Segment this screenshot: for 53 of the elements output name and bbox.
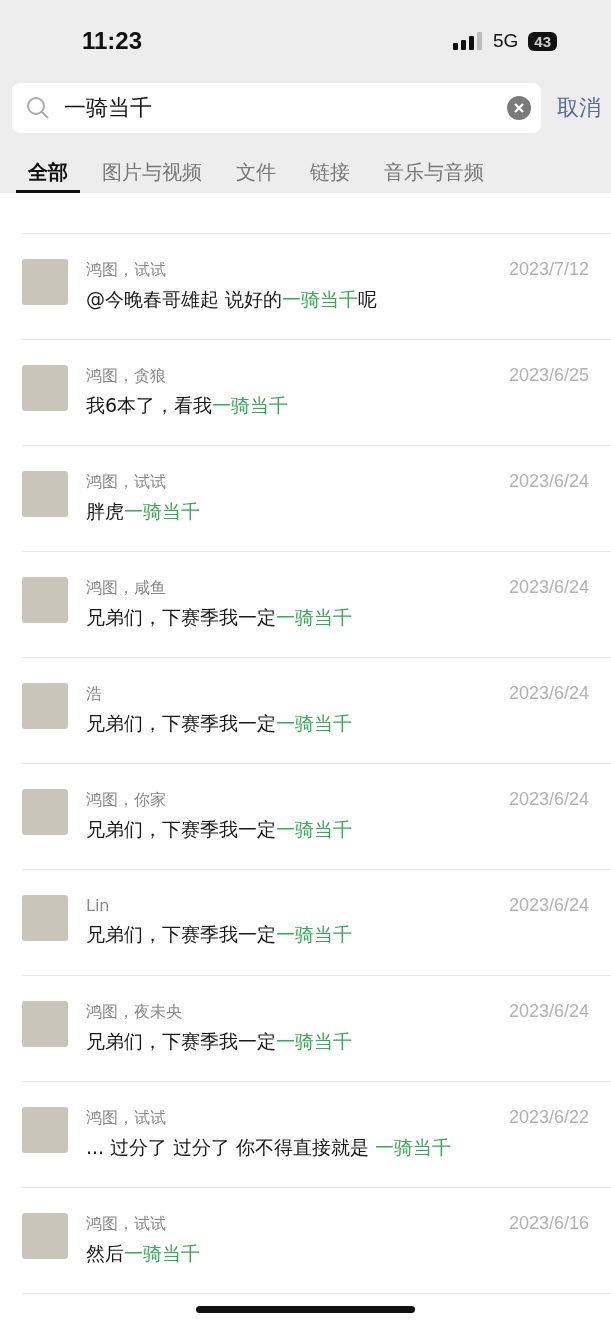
avatar-placeholder [22,365,68,411]
avatar-placeholder [22,895,68,941]
message-preview[interactable]: 然后一骑当千 [86,1241,589,1267]
message-date: 2023/6/24 [508,577,589,598]
filter-tab[interactable]: 链接 [298,159,362,193]
message-date: 2023/6/25 [508,365,589,386]
avatar-placeholder [22,1107,68,1153]
battery-indicator: 43 [528,31,557,51]
sender-name: 浩 [86,684,102,705]
avatar-placeholder [22,259,68,305]
message-preview[interactable]: 我6本了，看我一骑当千 [86,393,589,419]
status-time: 11:23 [82,27,143,55]
avatar-placeholder [22,471,68,517]
sender-name: 鸿图，试试 [86,260,166,281]
search-icon [26,96,50,120]
clear-icon[interactable] [507,96,531,120]
search-field[interactable]: 一骑当千 [12,83,541,133]
message-preview[interactable]: @今晚春哥雄起 说好的一骑当千呢 [86,287,589,313]
message-date: 2023/6/24 [508,789,589,810]
message-date: 2023/7/12 [508,259,589,280]
avatar-placeholder [22,1213,68,1259]
message-date: 2023/6/24 [508,1001,589,1022]
filter-tab[interactable]: 音乐与音频 [372,159,496,193]
cancel-button[interactable]: 取消 [557,93,601,123]
avatar-placeholder [22,1001,68,1047]
sender-name: 鸿图，试试 [86,472,166,493]
message-preview[interactable]: 胖虎一骑当千 [86,499,589,525]
sender-name: 鸿图，试试 [86,1108,166,1129]
message-date: 2023/6/24 [508,895,589,916]
sender-name: 鸿图，贪狼 [86,366,166,387]
sender-name: 鸿图，试试 [86,1214,166,1235]
message-date: 2023/6/16 [508,1213,589,1234]
message-date: 2023/6/22 [508,1107,589,1128]
filter-tab[interactable]: 全部 [16,159,80,193]
signal-icon [452,32,483,50]
message-preview[interactable]: 兄弟们，下赛季我一定一骑当千 [86,817,589,843]
sender-name: 鸿图，咸鱼 [86,578,166,599]
message-preview[interactable]: 兄弟们，下赛季我一定一骑当千 [86,1029,589,1055]
message-date: 2023/6/24 [508,683,589,704]
filter-tab[interactable]: 文件 [224,159,288,193]
avatar-placeholder [22,789,68,835]
sender-name: 鸿图，夜未央 [86,1002,182,1023]
message-date: 2023/6/24 [508,471,589,492]
avatar-placeholder [22,683,68,729]
sender-name: Lin [86,896,110,915]
message-preview[interactable]: 兄弟们，下赛季我一定一骑当千 [86,922,589,948]
message-preview[interactable]: ... 过分了 过分了 你不得直接就是 一骑当千 [86,1135,589,1161]
network-label: 5G [492,30,519,52]
message-preview[interactable]: 兄弟们，下赛季我一定一骑当千 [86,605,589,631]
avatar-placeholder [22,577,68,623]
filter-tab[interactable]: 图片与视频 [90,159,214,193]
sender-name: 鸿图，你家 [86,790,166,811]
message-preview[interactable]: 兄弟们，下赛季我一定一骑当千 [86,711,589,737]
